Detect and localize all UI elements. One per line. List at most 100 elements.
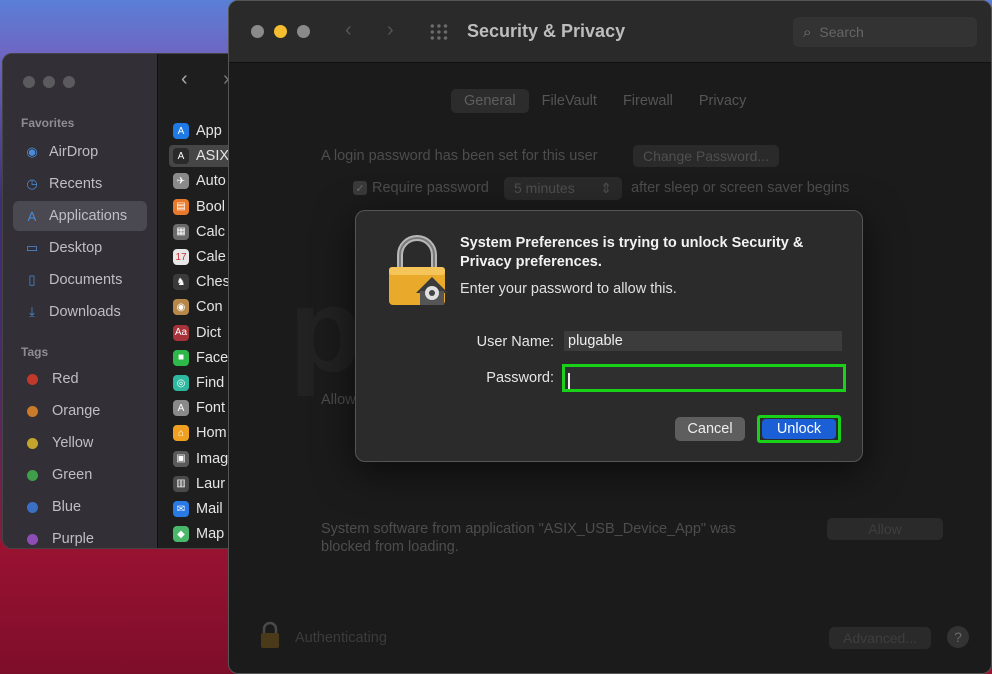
file-name: Font [196, 400, 226, 417]
applications-icon: A [27, 208, 37, 224]
app-icon: A [173, 148, 189, 165]
file-name: Auto [196, 173, 226, 190]
file-name: Cale [196, 249, 226, 265]
unlock-button[interactable]: Unlock [762, 419, 836, 439]
tab-bar: General FileVault Firewall Privacy [451, 89, 759, 113]
search-placeholder: Search [819, 24, 864, 40]
desktop-icon: ▭ [25, 240, 39, 255]
app-icon: 17 [173, 249, 189, 265]
require-password-label: Require password [372, 180, 489, 196]
username-label: User Name: [476, 334, 554, 350]
close-window-button[interactable] [23, 76, 35, 88]
clock-icon: ◷ [26, 176, 38, 191]
app-icon: ◉ [173, 299, 189, 316]
unlock-dialog: System Preferences is trying to unlock S… [355, 210, 863, 462]
tag-color-dot [27, 469, 38, 481]
tag-color-dot [27, 437, 38, 449]
search-field[interactable]: ⌕ Search [793, 17, 977, 47]
sidebar-item-downloads[interactable]: ⤓ Downloads [13, 297, 147, 327]
file-name: Ches [196, 274, 230, 291]
app-icon: ⌂ [173, 425, 189, 442]
app-icon: ◆ [173, 526, 189, 543]
sidebar-tag-blue[interactable]: Blue [13, 492, 147, 522]
tab-privacy[interactable]: Privacy [686, 89, 760, 113]
app-icon: Aa [173, 324, 189, 341]
tags-heading: Tags [21, 345, 49, 359]
require-password-checkbox[interactable]: ✓ [353, 181, 367, 195]
tab-general[interactable]: General [451, 89, 529, 113]
minimize-window-button[interactable] [274, 25, 287, 38]
zoom-window-button[interactable] [63, 76, 75, 88]
authenticating-text: Authenticating [295, 630, 387, 646]
window-title: Security & Privacy [467, 21, 626, 41]
tag-color-dot [27, 533, 38, 545]
sidebar-item-applications[interactable]: A Applications [13, 201, 147, 231]
sidebar-tag-label: Orange [52, 403, 101, 419]
minimize-window-button[interactable] [43, 76, 55, 88]
sidebar-item-label: AirDrop [49, 144, 99, 160]
sidebar-item-documents[interactable]: ▯ Documents [13, 265, 147, 295]
chevron-updown-icon: ⇕ [600, 180, 612, 196]
sidebar-tag-label: Red [52, 371, 79, 387]
app-icon: ♞ [173, 274, 189, 291]
sidebar-item-airdrop[interactable]: ◉ AirDrop [13, 137, 147, 167]
password-label: Password: [486, 370, 554, 386]
sidebar-tag-label: Blue [52, 499, 82, 515]
tag-color-dot [27, 501, 38, 513]
app-icon: ✉ [173, 501, 189, 517]
tab-firewall[interactable]: Firewall [610, 89, 686, 113]
file-name: Con [196, 299, 223, 316]
blocked-text-line1: System software from application "ASIX_U… [321, 521, 736, 537]
back-chevron-icon[interactable]: ‹ [181, 68, 188, 91]
text-caret [568, 373, 570, 389]
sidebar-item-label: Desktop [49, 240, 103, 256]
file-name: App [196, 123, 222, 139]
sidebar-tag-label: Green [52, 467, 93, 483]
password-field[interactable] [562, 364, 846, 392]
sidebar-tag-label: Yellow [52, 435, 94, 451]
sidebar-item-desktop[interactable]: ▭ Desktop [13, 233, 147, 263]
zoom-window-button[interactable] [297, 25, 310, 38]
file-name: Mail [196, 501, 223, 517]
app-icon: ■ [173, 349, 189, 366]
sidebar-tag-orange[interactable]: Orange [13, 396, 147, 426]
sidebar-item-recents[interactable]: ◷ Recents [13, 169, 147, 199]
require-password-value: 5 minutes [514, 180, 575, 196]
app-icon: ▣ [173, 450, 189, 467]
lock-icon[interactable] [259, 621, 281, 649]
tab-filevault[interactable]: FileVault [529, 89, 610, 113]
sidebar-item-label: Applications [49, 208, 128, 224]
sidebar-item-label: Recents [49, 176, 103, 192]
sidebar-tag-yellow[interactable]: Yellow [13, 428, 147, 458]
forward-chevron-icon[interactable]: › [387, 19, 394, 42]
close-window-button[interactable] [251, 25, 264, 38]
file-name: Dict [196, 324, 221, 341]
app-icon: ✈ [173, 173, 189, 190]
show-all-grid-icon[interactable] [429, 23, 449, 41]
airdrop-icon: ◉ [26, 144, 38, 159]
back-chevron-icon[interactable]: ‹ [345, 19, 352, 42]
unlock-button-highlight: Unlock [757, 415, 841, 443]
sidebar-tag-purple[interactable]: Purple [13, 524, 147, 548]
app-icon: ▤ [173, 198, 189, 215]
advanced-button[interactable]: Advanced... [829, 627, 931, 649]
dialog-subtitle: Enter your password to allow this. [460, 281, 677, 297]
sidebar-tag-red[interactable]: Red [13, 364, 147, 394]
file-name: Imag [196, 450, 229, 467]
lock-icon [389, 235, 448, 305]
file-name: Hom [196, 425, 227, 442]
download-icon: ⤓ [29, 304, 35, 319]
sidebar-tag-green[interactable]: Green [13, 460, 147, 490]
app-icon: ◎ [173, 375, 189, 391]
document-icon: ▯ [28, 272, 36, 287]
help-button[interactable]: ? [947, 626, 969, 648]
require-password-select[interactable]: 5 minutes ⇕ [504, 177, 622, 200]
app-icon: ▥ [173, 475, 189, 492]
after-sleep-text: after sleep or screen saver begins [631, 180, 850, 196]
allow-button[interactable]: Allow [827, 518, 943, 540]
file-name: Face [196, 349, 229, 366]
cancel-button[interactable]: Cancel [675, 417, 745, 441]
username-field[interactable] [564, 331, 842, 351]
change-password-button[interactable]: Change Password... [633, 145, 780, 167]
finder-window-controls [23, 76, 75, 88]
